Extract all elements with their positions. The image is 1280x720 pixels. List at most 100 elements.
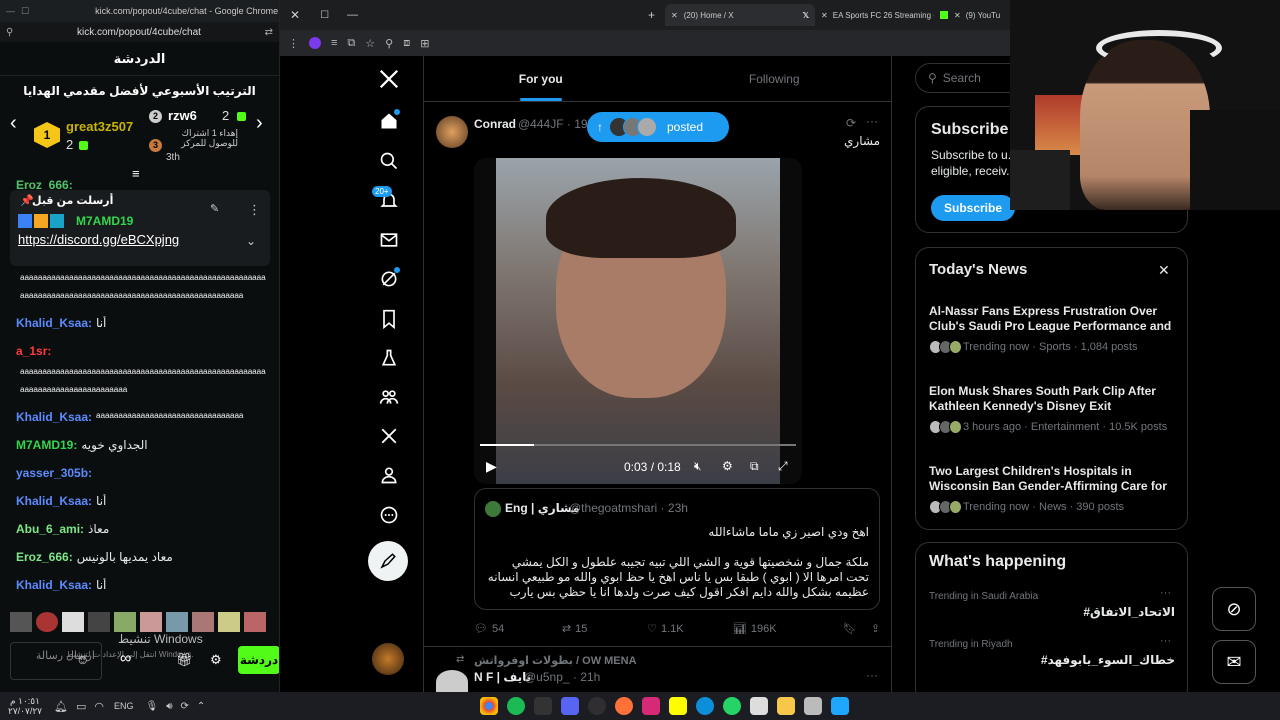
minimize-icon[interactable]: —: [347, 9, 358, 21]
volume-icon[interactable]: 🔊︎: [166, 701, 172, 712]
chat-username[interactable]: Khalid_Ksaa:: [16, 494, 92, 508]
chat-username[interactable]: Khalid_Ksaa:: [16, 578, 92, 592]
trend-tag[interactable]: #خطاك_السوء_يابوفهد: [1041, 653, 1175, 667]
minimize-icon[interactable]: —: [6, 6, 15, 16]
obs-app-icon[interactable]: [587, 697, 606, 715]
menu-icon[interactable]: ⋮: [288, 37, 299, 50]
chat-url-bar[interactable]: ⚲ kick.com/popout/4cube/chat ⇄: [0, 22, 279, 42]
start-icon[interactable]: [830, 697, 849, 715]
chat-username[interactable]: Eroz_666:: [16, 550, 73, 564]
post-video[interactable]: ▶ 0:03 / 0:18 🔇︎ ⚙ ⧉ ⤢: [474, 158, 802, 484]
snapchat-app-icon[interactable]: [668, 697, 687, 715]
messages-float-button[interactable]: ✉: [1212, 640, 1256, 684]
trend-more-icon[interactable]: ···: [1160, 635, 1171, 647]
close-window-icon[interactable]: ✕: [290, 8, 300, 22]
screenshot-icon[interactable]: ⧈: [403, 37, 410, 50]
subscribe-button[interactable]: Subscribe: [931, 195, 1015, 221]
news-item[interactable]: Elon Musk Shares South Park Clip After K…: [929, 384, 1179, 434]
post-author-name[interactable]: Conrad: [474, 117, 516, 131]
restore-icon[interactable]: ☐: [320, 10, 329, 21]
settings-icon[interactable]: ⚙: [210, 652, 222, 668]
views-icon[interactable]: 📊︎: [733, 622, 747, 635]
compose-post-button[interactable]: [368, 541, 408, 581]
post-more-icon[interactable]: ···: [866, 114, 878, 128]
gift-button-icon[interactable]: 🎁︎: [176, 652, 193, 668]
tab-ea-sports[interactable]: ✕ EA Sports FC 26 Streaming - Li...: [815, 11, 940, 20]
extensions-icon[interactable]: ⇄: [265, 27, 273, 38]
grok-explain-icon[interactable]: ⟳: [846, 116, 856, 130]
jobs-icon[interactable]: [372, 343, 406, 373]
send-chat-button[interactable]: دردشة: [238, 646, 279, 674]
next-post-author[interactable]: N F | نايف: [474, 670, 531, 684]
media-icon[interactable]: ≡: [331, 37, 337, 49]
site-info-icon[interactable]: ⚲: [6, 27, 13, 38]
more-options-icon[interactable]: ⋮: [248, 202, 261, 218]
reply-icon[interactable]: 💬︎: [474, 622, 488, 635]
chrome-app-icon[interactable]: [479, 697, 498, 715]
instagram-app-icon[interactable]: [641, 697, 660, 715]
explorer-app-icon[interactable]: [776, 697, 795, 715]
tab-x-home[interactable]: ✕ (20) Home / X 𝕏: [665, 4, 816, 26]
close-tab-icon[interactable]: ✕: [954, 11, 961, 20]
premium-icon[interactable]: [372, 421, 406, 451]
close-icon[interactable]: ✕: [1158, 262, 1170, 279]
profile-icon[interactable]: [372, 460, 406, 490]
pinned-username[interactable]: M7AMD19: [76, 214, 133, 228]
home-icon[interactable]: [372, 106, 406, 136]
notifications-icon[interactable]: 20+: [372, 186, 406, 216]
explore-icon[interactable]: [372, 146, 406, 176]
grok-icon[interactable]: [372, 264, 406, 294]
profile-icon[interactable]: [309, 37, 321, 49]
bookmarks-icon[interactable]: [372, 304, 406, 334]
clock[interactable]: ١٠:٥١ م ٢٧/٠٧/٢٧: [0, 696, 50, 716]
next-post-avatar[interactable]: [436, 670, 468, 694]
repost-icon[interactable]: ⇄: [562, 622, 571, 635]
communities-icon[interactable]: [372, 382, 406, 412]
gifters-prev-icon[interactable]: ‹: [10, 112, 17, 135]
terminal-app-icon[interactable]: [533, 697, 552, 715]
translate-icon[interactable]: ⊞: [420, 37, 429, 50]
trend-more-icon[interactable]: ···: [1160, 587, 1171, 599]
collapse-icon[interactable]: ≡: [132, 166, 140, 181]
pip-icon[interactable]: ⧉: [750, 459, 759, 474]
infinity-icon[interactable]: ∞: [120, 650, 131, 668]
pinned-link[interactable]: https://discord.gg/eBCXpjng: [18, 232, 179, 247]
emoji-icon[interactable]: ☺: [76, 652, 89, 667]
bookmark-star-icon[interactable]: ☆: [365, 37, 375, 50]
mic-icon[interactable]: 🎙︎: [146, 701, 159, 712]
chat-username[interactable]: Khalid_Ksaa:: [16, 316, 92, 330]
gifters-next-icon[interactable]: ›: [256, 112, 263, 135]
spotify-app-icon[interactable]: [506, 697, 525, 715]
discord-app-icon[interactable]: [560, 697, 579, 715]
unpin-icon[interactable]: ✎: [210, 202, 219, 215]
bookmark-icon[interactable]: 🔖︎: [843, 622, 857, 635]
search-input[interactable]: ⚲ Search: [915, 63, 1010, 93]
wifi-icon[interactable]: ◠: [94, 700, 104, 713]
tab-for-you[interactable]: For you: [424, 56, 658, 101]
post-more-icon[interactable]: ···: [866, 668, 878, 682]
grok-float-button[interactable]: ⊘: [1212, 587, 1256, 631]
chat-username[interactable]: Abu_6_ami:: [16, 522, 84, 536]
calendar-app-icon[interactable]: [749, 697, 768, 715]
show-hidden-icons[interactable]: ⌃: [197, 701, 205, 712]
extensions-icon[interactable]: ⧉: [347, 37, 355, 50]
firefox-app-icon[interactable]: [614, 697, 633, 715]
trend-tag[interactable]: #الاتحاد_الاتفاق: [1083, 605, 1175, 619]
close-tab-icon[interactable]: ✕: [821, 11, 828, 20]
post-author-avatar[interactable]: [436, 116, 468, 148]
notepad-app-icon[interactable]: [803, 697, 822, 715]
chat-username[interactable]: a_1sr:: [16, 344, 51, 358]
news-item[interactable]: Two Largest Children's Hospitals in Wisc…: [929, 464, 1179, 514]
fullscreen-icon[interactable]: ⤢: [778, 459, 788, 474]
battery-icon[interactable]: ▭: [76, 700, 86, 713]
mute-icon[interactable]: 🔇︎: [694, 459, 702, 474]
tray-app-icon[interactable]: ⟳: [181, 701, 189, 712]
close-tab-icon[interactable]: ✕: [671, 11, 678, 20]
video-settings-icon[interactable]: ⚙: [722, 459, 733, 473]
messages-icon[interactable]: [372, 225, 406, 255]
play-icon[interactable]: ▶: [486, 458, 497, 475]
chat-username[interactable]: Khalid_Ksaa:: [16, 410, 92, 424]
share-icon[interactable]: ⇪: [871, 622, 880, 635]
notifications-tray-icon[interactable]: 🔔︎: [54, 700, 68, 713]
tab-youtube[interactable]: ✕ (9) YouTu: [948, 11, 1006, 20]
